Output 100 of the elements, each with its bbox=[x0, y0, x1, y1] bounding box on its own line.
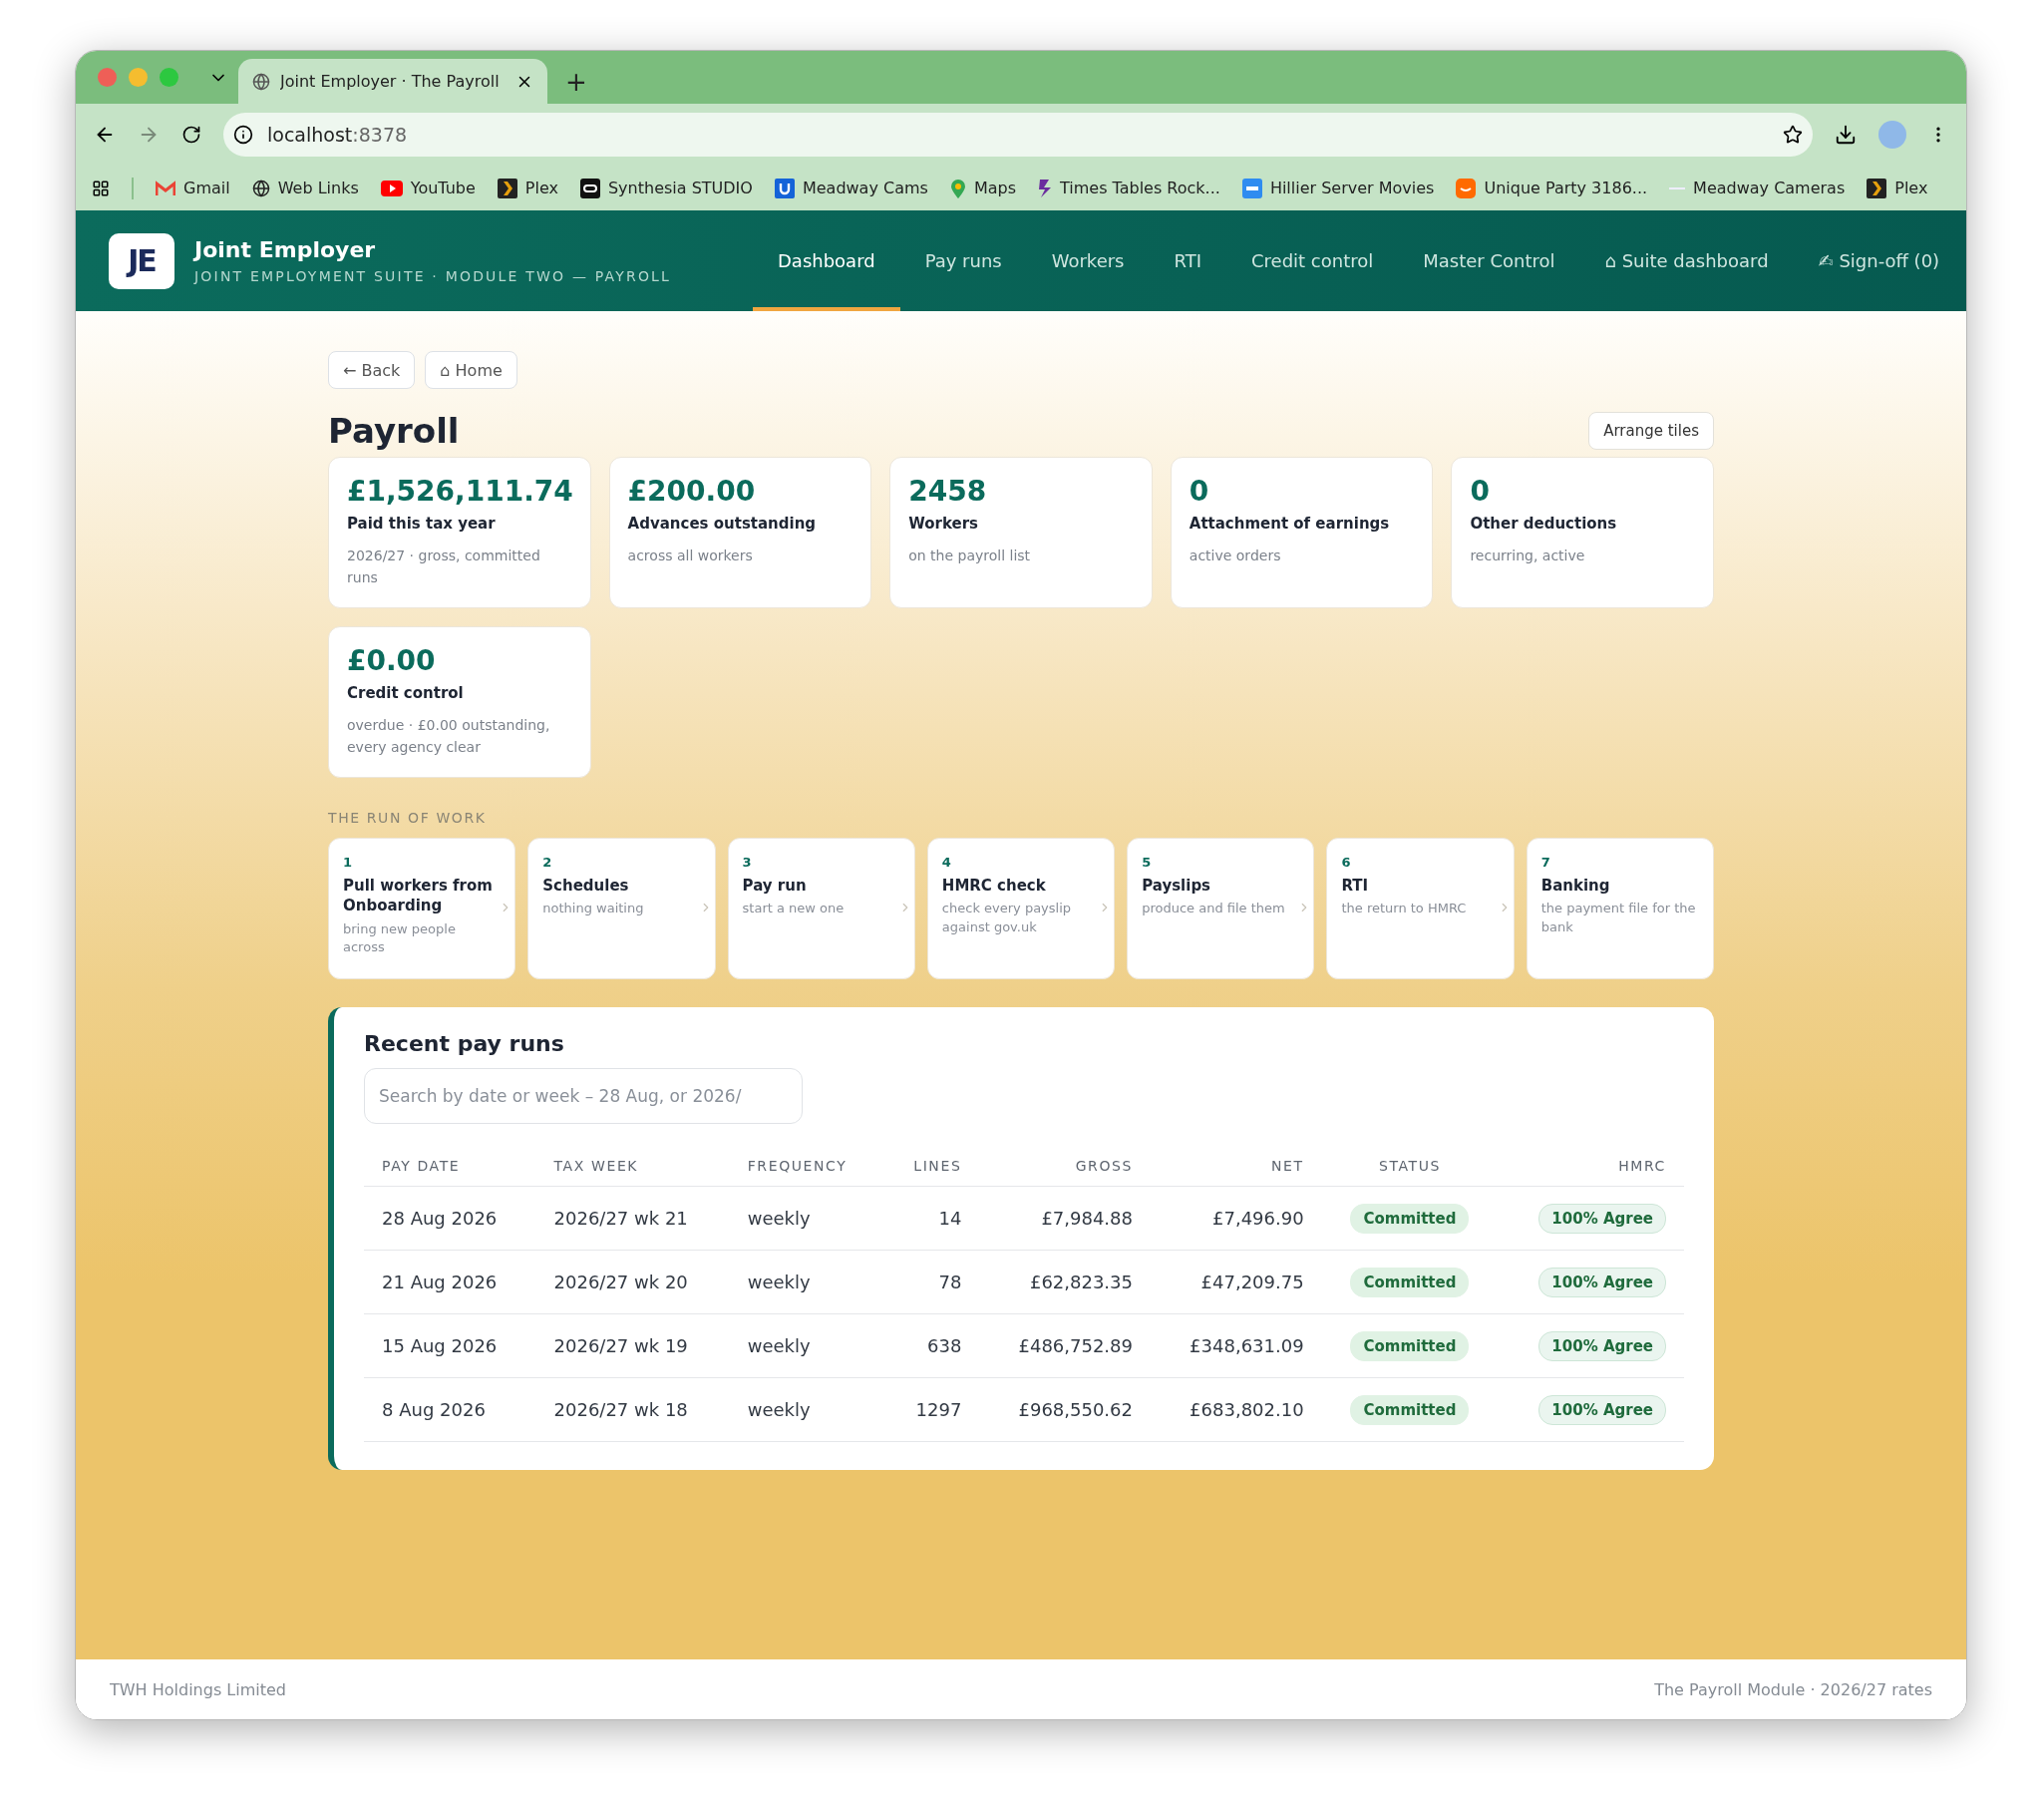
step-number: 5 bbox=[1142, 855, 1153, 870]
stat-tile[interactable]: £1,526,111.74 Paid this tax year 2026/27 · gross, committed runs bbox=[328, 457, 591, 608]
tile-note: across all workers bbox=[627, 546, 754, 565]
tab-title: Joint Employer · The Payroll bbox=[280, 72, 501, 91]
bookmark[interactable]: Maps bbox=[949, 178, 1016, 198]
step-card[interactable]: 7 Banking the payment file for the bank bbox=[1526, 838, 1714, 979]
nav-tab[interactable]: Pay runs bbox=[899, 210, 1027, 311]
table-cell: 2026/27 wk 19 bbox=[535, 1313, 730, 1378]
search-field[interactable]: Search by date or week – 28 Aug, or 2026/ bbox=[364, 1068, 803, 1124]
table-cell: 21 Aug 2026 bbox=[364, 1250, 536, 1314]
back-button[interactable]: ← Back bbox=[328, 351, 416, 389]
bookmark[interactable]: Meadway Cams bbox=[774, 178, 928, 198]
nav-tab[interactable]: Credit control bbox=[1226, 210, 1399, 311]
table-cell: £486,752.89 bbox=[979, 1313, 1151, 1378]
table-cell: weekly bbox=[729, 1377, 884, 1442]
bookmark[interactable]: Web Links bbox=[251, 179, 359, 197]
address-bar[interactable]: localhost:8378 bbox=[223, 113, 1813, 157]
table-cell: 15 Aug 2026 bbox=[364, 1313, 536, 1378]
step-title: HMRC check bbox=[941, 876, 1047, 897]
footer-module: The Payroll Module · 2026/27 rates bbox=[1654, 1679, 1932, 1699]
home-button[interactable]: ⌂ Home bbox=[425, 351, 517, 389]
stat-tile[interactable]: £200.00 Advances outstanding across all workers bbox=[608, 457, 872, 608]
hmrc-badge: 100% Agree bbox=[1538, 1267, 1666, 1297]
column-header: LINES bbox=[883, 1148, 980, 1187]
apps-grid-icon[interactable] bbox=[92, 179, 110, 197]
tile-label: Advances outstanding bbox=[627, 515, 818, 533]
footer-company: TWH Holdings Limited bbox=[110, 1679, 286, 1699]
step-card[interactable]: 3 Pay run start a new one bbox=[727, 838, 915, 979]
status-badge: Committed bbox=[1350, 1203, 1470, 1234]
app-title: Joint Employer bbox=[194, 237, 377, 262]
bookmark[interactable]: Unique Party 3186... bbox=[1456, 178, 1648, 198]
reload-icon[interactable] bbox=[181, 125, 201, 145]
nav-tab[interactable]: RTI bbox=[1149, 210, 1226, 311]
step-number: 4 bbox=[941, 855, 952, 870]
nav-tab[interactable]: ✍ Sign-off (0) bbox=[1793, 210, 1965, 311]
tile-note: active orders bbox=[1189, 546, 1282, 565]
step-number: 3 bbox=[742, 855, 753, 870]
step-number: 1 bbox=[343, 855, 354, 870]
download-icon[interactable] bbox=[1835, 124, 1857, 146]
table-cell: £7,496.90 bbox=[1151, 1186, 1322, 1251]
bookmark[interactable]: Gmail bbox=[156, 179, 230, 197]
step-note: nothing waiting bbox=[542, 900, 645, 918]
table-cell: 638 bbox=[883, 1313, 980, 1378]
info-icon bbox=[233, 125, 253, 145]
step-card[interactable]: 6 RTI the return to HMRC bbox=[1326, 838, 1515, 979]
arrange-tiles-button[interactable]: Arrange tiles bbox=[1588, 412, 1714, 450]
column-header: STATUS bbox=[1321, 1148, 1499, 1187]
step-card[interactable]: 1 Pull workers from Onboarding bring new people across bbox=[328, 838, 516, 979]
hmrc-badge: 100% Agree bbox=[1538, 1330, 1666, 1361]
browser-tab[interactable]: Joint Employer · The Payroll bbox=[238, 59, 547, 104]
bookmark[interactable]: Times Tables Rock... bbox=[1038, 178, 1220, 198]
bookmark[interactable]: Synthesia STUDIO bbox=[579, 178, 753, 198]
table-cell: weekly bbox=[729, 1313, 884, 1378]
nav-tab[interactable]: ⌂ Suite dashboard bbox=[1579, 210, 1794, 311]
play-icon bbox=[380, 180, 403, 196]
tile-value: 0 bbox=[1470, 474, 1491, 509]
stat-tile[interactable]: £0.00 Credit control overdue · £0.00 outstanding, every agency clear bbox=[328, 626, 591, 778]
square-icon bbox=[579, 178, 600, 198]
tile-value: £1,526,111.74 bbox=[347, 474, 572, 509]
card-title: Recent pay runs bbox=[364, 1031, 565, 1056]
chevron-tile-icon bbox=[1867, 178, 1887, 198]
table-cell: 28 Aug 2026 bbox=[364, 1186, 536, 1251]
step-card[interactable]: 2 Schedules nothing waiting bbox=[527, 838, 716, 979]
page-title: Payroll bbox=[328, 411, 460, 451]
step-title: Payslips bbox=[1142, 876, 1212, 897]
star-icon[interactable] bbox=[1783, 125, 1803, 145]
app-subtitle: JOINT EMPLOYMENT SUITE · MODULE TWO — PAYROLL bbox=[194, 268, 673, 284]
bookmark[interactable]: Hillier Server Movies bbox=[1241, 178, 1435, 198]
bookmark[interactable]: YouTube bbox=[380, 179, 476, 197]
stat-tile[interactable]: 0 Other deductions recurring, active bbox=[1451, 457, 1714, 608]
status-badge: Committed bbox=[1350, 1267, 1470, 1297]
stat-tile[interactable]: 2458 Workers on the payroll list bbox=[889, 457, 1153, 608]
tile-note: on the payroll list bbox=[908, 546, 1032, 565]
step-note: start a new one bbox=[742, 900, 846, 918]
tile-value: £200.00 bbox=[627, 474, 757, 509]
table-cell: £968,550.62 bbox=[979, 1377, 1151, 1442]
new-tab-button[interactable]: + bbox=[565, 59, 587, 104]
stat-tile[interactable]: 0 Attachment of earnings active orders bbox=[1170, 457, 1434, 608]
chevron-tile-icon bbox=[497, 178, 517, 198]
bookmark[interactable]: Plex bbox=[1867, 178, 1928, 198]
step-title: Pay run bbox=[742, 876, 808, 897]
bookmark[interactable]: Meadway Cameras bbox=[1669, 179, 1846, 197]
step-card[interactable]: 5 Payslips produce and file them bbox=[1127, 838, 1315, 979]
table-cell: £683,802.10 bbox=[1151, 1377, 1322, 1442]
table-cell: 2026/27 wk 20 bbox=[535, 1250, 730, 1314]
hmrc-badge: 100% Agree bbox=[1538, 1394, 1666, 1425]
step-title: Banking bbox=[1540, 876, 1611, 897]
nav-tab[interactable]: Workers bbox=[1026, 210, 1150, 311]
tile-label: Credit control bbox=[347, 684, 465, 702]
nav-tab[interactable]: Master Control bbox=[1398, 210, 1580, 311]
bookmark[interactable]: Plex bbox=[497, 178, 558, 198]
step-card[interactable]: 4 HMRC check check every payslip against gov.uk bbox=[926, 838, 1116, 979]
step-note: the return to HMRC bbox=[1341, 900, 1468, 918]
table-cell: weekly bbox=[729, 1250, 884, 1314]
table-cell: 78 bbox=[883, 1250, 980, 1314]
globe-icon bbox=[251, 179, 270, 197]
column-header: PAY DATE bbox=[364, 1148, 536, 1187]
logo: JE bbox=[109, 232, 174, 289]
hmrc-badge: 100% Agree bbox=[1538, 1203, 1666, 1234]
table-cell: weekly bbox=[729, 1186, 884, 1251]
